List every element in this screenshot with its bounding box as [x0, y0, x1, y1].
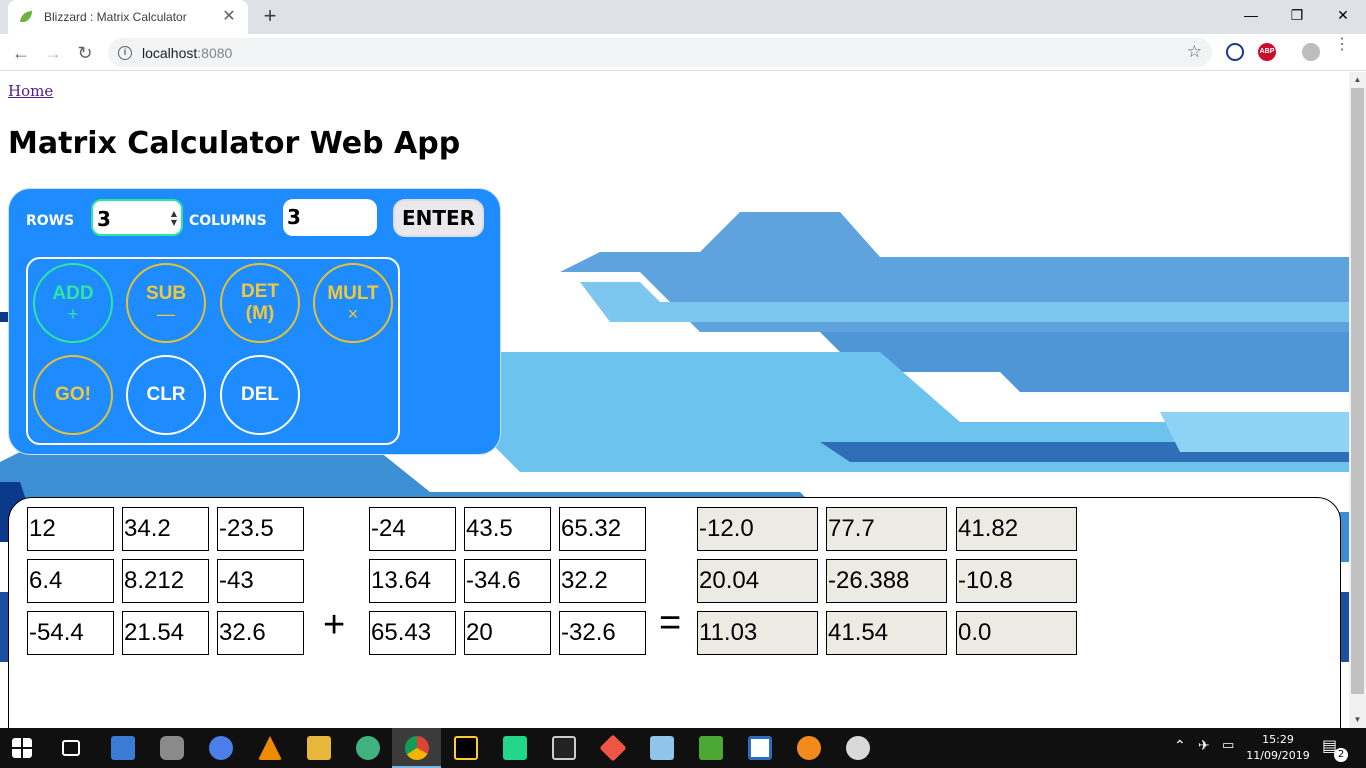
- clock-time[interactable]: 15:29: [1250, 733, 1306, 746]
- enter-button[interactable]: ENTER: [393, 199, 484, 237]
- chrome-icon[interactable]: [405, 736, 429, 760]
- home-link[interactable]: Home: [8, 82, 53, 100]
- scroll-thumb[interactable]: [1351, 88, 1364, 694]
- minimize-button[interactable]: —: [1228, 0, 1274, 32]
- tray-chevron-icon[interactable]: ⌃: [1174, 738, 1186, 754]
- page-title: Matrix Calculator Web App: [8, 126, 461, 161]
- taskbar: ⌃ ✈ ▭ 15:29 11/09/2019 ▤ 2: [0, 728, 1366, 768]
- airplane-mode-icon[interactable]: ✈: [1198, 738, 1210, 754]
- go-button[interactable]: GO!: [33, 355, 113, 435]
- bookmark-star-icon[interactable]: ☆: [1187, 42, 1202, 62]
- matrix-b-cell[interactable]: -32.6: [559, 611, 646, 655]
- task-view-icon[interactable]: [62, 740, 80, 756]
- browser-toolbar: ← → ↻ i localhost:8080 ☆ ABP ⋮: [0, 34, 1366, 71]
- clock-date[interactable]: 11/09/2019: [1246, 749, 1310, 762]
- block-extension-icon[interactable]: [1226, 43, 1244, 61]
- det-button[interactable]: DET (M): [220, 263, 300, 343]
- leaf-icon: [20, 11, 32, 23]
- git-icon[interactable]: [599, 734, 627, 762]
- result-cell: -12.0: [697, 507, 818, 551]
- terminal-icon[interactable]: [552, 736, 576, 760]
- matrix-a-cell[interactable]: 12: [27, 507, 114, 551]
- columns-input[interactable]: 3: [283, 199, 377, 236]
- result-cell: 77.7: [826, 507, 947, 551]
- operator-sign: +: [323, 604, 346, 646]
- matrix-b-cell[interactable]: 43.5: [464, 507, 551, 551]
- matrix-a-cell[interactable]: 8.212: [122, 559, 209, 603]
- page-viewport: Home Matrix Calculator Web App ROWS 3 ▲ ▼…: [0, 72, 1349, 728]
- matrix-a-cell[interactable]: 21.54: [122, 611, 209, 655]
- database-icon[interactable]: [160, 736, 184, 760]
- profile-avatar-icon[interactable]: [1302, 43, 1320, 61]
- menu-dots-icon[interactable]: ⋮: [1334, 37, 1350, 62]
- restore-button[interactable]: ❐: [1274, 0, 1320, 32]
- rows-input[interactable]: 3 ▲ ▼: [91, 199, 183, 236]
- delete-button[interactable]: DEL: [220, 355, 300, 435]
- matrix-a-cell[interactable]: 34.2: [122, 507, 209, 551]
- pycharm-icon[interactable]: [503, 736, 527, 760]
- result-cell: 20.04: [697, 559, 818, 603]
- cloud-sync-icon[interactable]: [209, 736, 233, 760]
- matrix-a-cell[interactable]: -54.4: [27, 611, 114, 655]
- matrix-b-cell[interactable]: 65.32: [559, 507, 646, 551]
- matrix-b-cell[interactable]: 65.43: [369, 611, 456, 655]
- add-button[interactable]: ADD +: [33, 263, 113, 343]
- result-cell: 11.03: [697, 611, 818, 655]
- result-cell: -10.8: [956, 559, 1077, 603]
- matrix-b-cell[interactable]: -24: [369, 507, 456, 551]
- result-cell: 41.82: [956, 507, 1077, 551]
- notes-icon[interactable]: [650, 736, 674, 760]
- mult-button[interactable]: MULT ×: [313, 263, 393, 343]
- vlc-icon[interactable]: [258, 736, 282, 760]
- tab-strip: Blizzard : Matrix Calculator ✕ + — ❐ ✕: [0, 0, 1366, 34]
- equals-sign: =: [659, 602, 682, 644]
- orange-app-icon[interactable]: [797, 736, 821, 760]
- vertical-scrollbar[interactable]: ▲ ▼: [1349, 72, 1366, 728]
- scroll-up-icon[interactable]: ▲: [1349, 72, 1366, 88]
- matrix-panel: 12 34.2 -23.5 6.4 8.212 -43 -54.4 21.54 …: [8, 497, 1341, 728]
- matrix-a-cell[interactable]: 6.4: [27, 559, 114, 603]
- tab-title: Blizzard : Matrix Calculator: [44, 10, 187, 24]
- rows-label: ROWS: [26, 213, 75, 229]
- spinner-arrows-icon[interactable]: ▲ ▼: [171, 209, 177, 227]
- info-icon[interactable]: i: [118, 45, 132, 60]
- house-app-icon[interactable]: [699, 736, 723, 760]
- operations-box: ADD + SUB — DET (M) MULT × GO! CLR DEL: [26, 257, 400, 445]
- file-explorer-icon[interactable]: [307, 736, 331, 760]
- matrix-a-cell[interactable]: -23.5: [217, 507, 304, 551]
- url-text: localhost:8080: [142, 44, 233, 61]
- new-tab-button[interactable]: +: [258, 5, 282, 29]
- browser-tab[interactable]: Blizzard : Matrix Calculator ✕: [8, 0, 248, 34]
- forward-button[interactable]: →: [40, 40, 66, 66]
- matrix-b-cell[interactable]: -34.6: [464, 559, 551, 603]
- control-panel: ROWS 3 ▲ ▼ COLUMNS 3 ENTER ADD + SUB — DE…: [8, 188, 501, 455]
- result-cell: -26.388: [826, 559, 947, 603]
- battery-icon[interactable]: ▭: [1222, 738, 1234, 753]
- sub-button[interactable]: SUB —: [126, 263, 206, 343]
- reload-button[interactable]: ↻: [72, 40, 98, 66]
- adblock-icon[interactable]: ABP: [1258, 43, 1276, 61]
- matrix-b-cell[interactable]: 20: [464, 611, 551, 655]
- matrix-a-cell[interactable]: 32.6: [217, 611, 304, 655]
- columns-label: COLUMNS: [189, 213, 267, 229]
- window-app-icon[interactable]: [748, 736, 772, 760]
- close-tab-icon[interactable]: ✕: [220, 9, 238, 25]
- paint-icon[interactable]: [846, 736, 870, 760]
- address-bar[interactable]: i localhost:8080 ☆: [108, 38, 1212, 67]
- notification-badge: 2: [1334, 748, 1348, 762]
- back-button[interactable]: ←: [8, 40, 34, 66]
- atom-icon[interactable]: [356, 736, 380, 760]
- matrix-a-cell[interactable]: -43: [217, 559, 304, 603]
- clear-button[interactable]: CLR: [126, 355, 206, 435]
- intellij-icon[interactable]: [454, 736, 478, 760]
- scroll-down-icon[interactable]: ▼: [1349, 712, 1366, 728]
- windows-start-icon[interactable]: [12, 738, 32, 758]
- result-cell: 0.0: [956, 611, 1077, 655]
- result-cell: 41.54: [826, 611, 947, 655]
- close-window-button[interactable]: ✕: [1320, 0, 1366, 32]
- matrix-b-cell[interactable]: 13.64: [369, 559, 456, 603]
- matrix-b-cell[interactable]: 32.2: [559, 559, 646, 603]
- control-panel-icon[interactable]: [111, 736, 135, 760]
